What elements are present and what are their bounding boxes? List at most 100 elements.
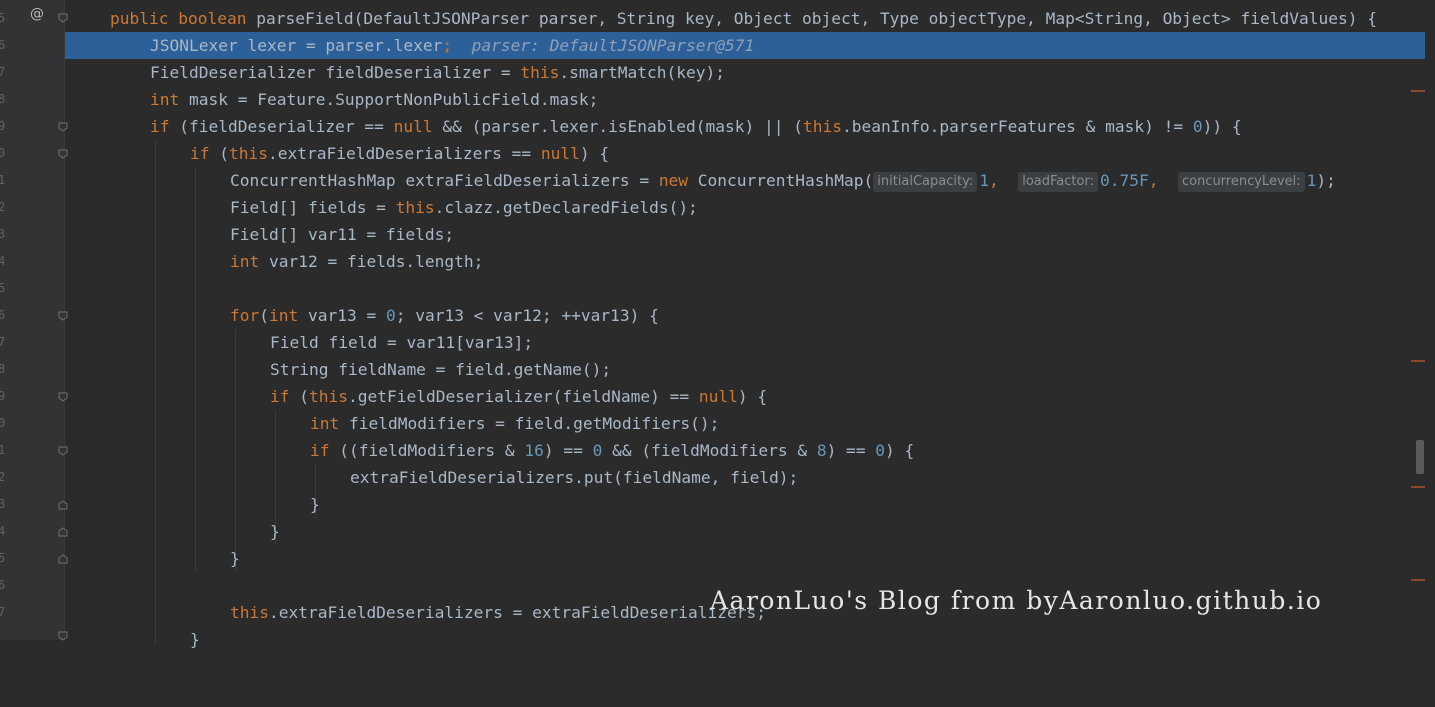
error-stripe-mark[interactable] — [1411, 90, 1425, 92]
number-literal: 1 — [1306, 171, 1317, 190]
code-text: (fieldDeserializer == — [169, 117, 394, 136]
line-number[interactable]: 1 — [0, 167, 8, 194]
number-literal: 8 — [816, 441, 827, 460]
code-line-method-signature[interactable]: public boolean parseField(DefaultJSONPar… — [65, 5, 1425, 32]
code-text: ); — [1316, 171, 1336, 190]
code-line[interactable]: int fieldModifiers = field.getModifiers(… — [65, 410, 1425, 437]
code-line[interactable]: Field field = var11[var13]; — [65, 329, 1425, 356]
editor-gutter[interactable]: @ — [0, 0, 64, 640]
code-line[interactable]: int mask = Feature.SupportNonPublicField… — [65, 86, 1425, 113]
code-text: .smartMatch(key); — [559, 63, 726, 82]
keyword: boolean — [178, 9, 247, 28]
override-annotation-icon[interactable]: @ — [30, 6, 44, 22]
parameter-hint: loadFactor: — [1018, 172, 1098, 192]
number-literal: 0 — [385, 306, 396, 325]
code-line[interactable]: extraFieldDeserializers.put(fieldName, f… — [65, 464, 1425, 491]
code-text: extraFieldDeserializers.put(fieldName, f… — [350, 468, 799, 487]
number-literal: 0 — [1192, 117, 1203, 136]
code-text: )) { — [1202, 117, 1242, 136]
parameter-hint: concurrencyLevel: — [1177, 172, 1305, 192]
code-line[interactable]: for(int var13 = 0; var13 < var12; ++var1… — [65, 302, 1425, 329]
comma: , — [988, 171, 999, 190]
keyword: if — [310, 441, 330, 460]
line-number[interactable]: 8 — [0, 86, 8, 113]
vertical-scrollbar-thumb[interactable] — [1416, 440, 1424, 474]
code-line[interactable]: if (this.getFieldDeserializer(fieldName)… — [65, 383, 1425, 410]
code-line-current-execution[interactable]: JSONLexer lexer = parser.lexer; parser: … — [65, 32, 1425, 59]
line-number[interactable]: 7 — [0, 59, 8, 86]
code-text: Field[] var11 = fields; — [230, 225, 455, 244]
code-text: FieldDeserializer fieldDeserializer = — [150, 63, 521, 82]
keyword: int — [310, 414, 340, 433]
keyword: null — [393, 117, 433, 136]
line-number[interactable]: 3 — [0, 221, 8, 248]
number-literal: 1 — [979, 171, 989, 190]
line-number[interactable]: 0 — [0, 140, 8, 167]
line-number[interactable]: 3 — [0, 491, 8, 518]
code-line[interactable]: int var12 = fields.length; — [65, 248, 1425, 275]
code-line[interactable]: if ((fieldModifiers & 16) == 0 && (field… — [65, 437, 1425, 464]
line-number[interactable]: 4 — [0, 248, 8, 275]
code-line[interactable]: if (fieldDeserializer == null && (parser… — [65, 113, 1425, 140]
semicolon: ; — [442, 36, 453, 55]
line-number[interactable]: 7 — [0, 329, 8, 356]
code-text: .beanInfo.parserFeatures & mask) != — [841, 117, 1193, 136]
code-line[interactable]: Field[] var11 = fields; — [65, 221, 1425, 248]
code-text: .extraFieldDeserializers = extraFieldDes… — [268, 603, 767, 622]
code-text: Field field = var11[var13]; — [270, 333, 534, 352]
keyword: int — [150, 90, 180, 109]
error-stripe-mark[interactable] — [1411, 486, 1425, 488]
keyword: this — [230, 603, 269, 622]
line-number[interactable]: 5 — [0, 545, 8, 572]
keyword: if — [190, 144, 210, 163]
code-text: ( — [209, 144, 229, 163]
line-number[interactable]: 0 — [0, 410, 8, 437]
code-line[interactable]: Field[] fields = this.clazz.getDeclaredF… — [65, 194, 1425, 221]
code-line[interactable]: } — [65, 545, 1425, 572]
keyword: this — [309, 387, 348, 406]
code-text: fieldModifiers = field.getModifiers(); — [339, 414, 720, 433]
number-literal: 16 — [524, 441, 544, 460]
code-text: && (fieldModifiers & — [602, 441, 817, 460]
code-text: && (parser.lexer.isEnabled(mask) || ( — [432, 117, 803, 136]
code-line[interactable]: } — [65, 518, 1425, 545]
line-number[interactable]: 7 — [0, 599, 8, 626]
code-text: var12 = fields.length; — [259, 252, 484, 271]
number-literal: 0 — [592, 441, 603, 460]
code-text: ) { — [885, 441, 915, 460]
line-number[interactable]: 9 — [0, 113, 8, 140]
line-number[interactable]: 5 — [0, 275, 8, 302]
code-line[interactable]: String fieldName = field.getName(); — [65, 356, 1425, 383]
keyword: null — [540, 144, 580, 163]
line-number[interactable]: 8 — [0, 356, 8, 383]
line-number[interactable]: 2 — [0, 464, 8, 491]
code-text: ) == — [826, 441, 876, 460]
line-number[interactable]: 5 — [0, 5, 8, 32]
line-number[interactable]: 2 — [0, 194, 8, 221]
line-number[interactable]: 1 — [0, 437, 8, 464]
keyword: public — [110, 9, 169, 28]
error-stripe-mark[interactable] — [1411, 579, 1425, 581]
code-line[interactable]: if (this.extraFieldDeserializers == null… — [65, 140, 1425, 167]
keyword: new — [658, 171, 689, 190]
editor-right-strip — [1425, 0, 1435, 640]
code-text: ( — [259, 306, 269, 325]
code-text: ) { — [737, 387, 768, 406]
keyword: this — [520, 63, 560, 82]
error-stripe-mark[interactable] — [1411, 360, 1425, 362]
code-line-with-param-hints[interactable]: ConcurrentHashMap extraFieldDeserializer… — [65, 167, 1425, 194]
code-text: Field[] fields = — [230, 198, 396, 217]
keyword: this — [802, 117, 842, 136]
code-editor[interactable]: public boolean parseField(DefaultJSONPar… — [65, 5, 1425, 649]
code-text: JSONLexer lexer = parser.lexer — [150, 36, 443, 55]
line-number[interactable]: 4 — [0, 518, 8, 545]
line-number[interactable]: 6 — [0, 32, 8, 59]
code-line[interactable]: } — [65, 491, 1425, 518]
line-number[interactable]: 6 — [0, 572, 8, 599]
code-line[interactable]: FieldDeserializer fieldDeserializer = th… — [65, 59, 1425, 86]
line-number[interactable]: 6 — [0, 302, 8, 329]
keyword: for — [230, 306, 260, 325]
keyword: this — [395, 198, 435, 217]
number-literal: 0.75F — [1099, 171, 1149, 190]
line-number[interactable]: 9 — [0, 383, 8, 410]
